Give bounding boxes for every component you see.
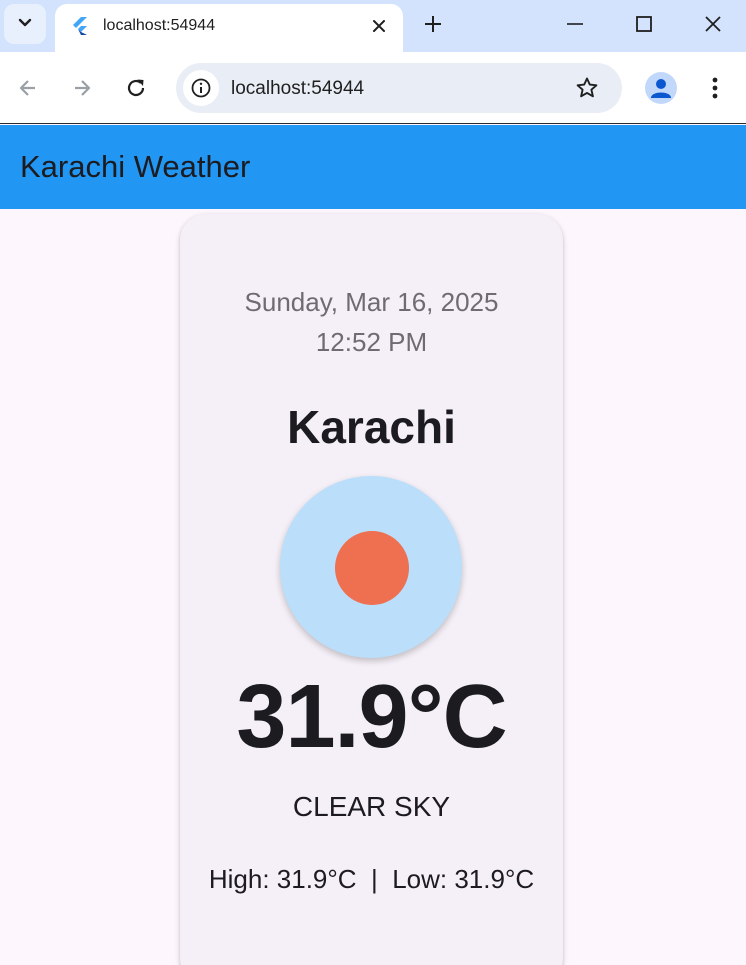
weather-description: CLEAR SKY — [292, 791, 451, 822]
maximize-icon — [636, 16, 652, 32]
temperature-text: 31.9°C — [236, 667, 507, 767]
new-tab-button[interactable] — [420, 11, 446, 37]
city-name: Karachi — [287, 401, 456, 453]
minimize-icon — [567, 23, 583, 25]
flutter-icon — [71, 16, 89, 36]
date-text: Sunday, Mar 16, 2025 — [244, 287, 499, 317]
browser-menu-button[interactable] — [700, 73, 730, 103]
arrow-right-icon — [75, 80, 91, 96]
profile-button[interactable] — [645, 72, 677, 104]
tab-strip: localhost:54944 — [0, 0, 746, 52]
plus-icon — [425, 16, 441, 32]
app-title: Karachi Weather — [20, 149, 251, 184]
info-icon — [191, 78, 211, 98]
maximize-button[interactable] — [624, 8, 664, 40]
person-icon — [651, 79, 671, 98]
weather-card: Sunday, Mar 16, 2025 12:52 PM Karachi 31… — [180, 214, 563, 965]
bookmark-button[interactable] — [574, 75, 600, 101]
reload-button[interactable] — [121, 73, 151, 103]
star-icon — [576, 77, 598, 98]
close-icon — [373, 20, 385, 32]
time-text: 12:52 PM — [315, 327, 428, 357]
site-info-button[interactable] — [183, 70, 219, 106]
close-icon — [705, 16, 721, 32]
forward-button[interactable] — [67, 73, 97, 103]
url-text[interactable]: localhost:54944 — [231, 78, 364, 100]
tab-search-button[interactable] — [4, 4, 46, 44]
app-bar: Karachi Weather — [0, 125, 746, 209]
kebab-icon — [712, 77, 718, 99]
browser-toolbar: localhost:54944 — [0, 52, 746, 124]
clear-sky-sun-icon — [335, 531, 409, 605]
browser-tab[interactable]: localhost:54944 — [55, 4, 403, 52]
address-bar[interactable]: localhost:54944 — [176, 63, 622, 113]
minimize-button[interactable] — [555, 8, 595, 40]
tab-title: localhost:54944 — [103, 17, 216, 34]
weather-icon-container — [280, 476, 462, 658]
close-window-button[interactable] — [693, 8, 733, 40]
high-low-text: High: 31.9°C | Low: 31.9°C — [208, 864, 535, 894]
back-button[interactable] — [13, 73, 43, 103]
chevron-down-icon — [18, 15, 32, 33]
reload-icon — [127, 79, 145, 97]
arrow-left-icon — [19, 80, 35, 96]
tab-close-button[interactable] — [369, 16, 389, 36]
